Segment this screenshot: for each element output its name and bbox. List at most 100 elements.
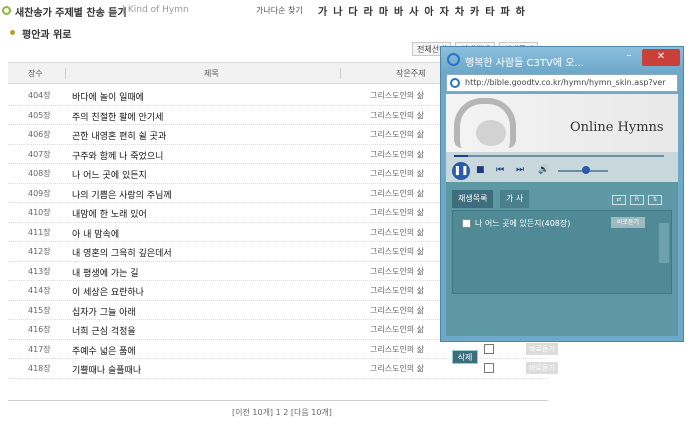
letter-link[interactable]: 파 bbox=[500, 3, 509, 18]
hymn-theme: 그리스도인의 삶 bbox=[370, 305, 425, 315]
hymn-title[interactable]: 아 내 맘속에 bbox=[72, 227, 119, 240]
hymn-theme: 그리스도인의 삶 bbox=[370, 130, 425, 139]
hymn-title[interactable]: 내 평생에 가는 길 bbox=[72, 266, 139, 279]
progress-fill bbox=[454, 155, 468, 157]
hymn-theme: 그리스도인의 삶 bbox=[370, 286, 425, 295]
playlist-item-title[interactable]: 나 어느 곳에 있든지(408장) bbox=[475, 218, 570, 229]
popup-title: 행복한 사람들 C3TV에 오... bbox=[465, 58, 584, 69]
delete-button[interactable]: 삭제 bbox=[452, 350, 478, 364]
table-header: 장수 제목 작은주제 bbox=[8, 62, 448, 84]
headphones-earcup-icon bbox=[476, 120, 506, 146]
hymn-number: 414장 bbox=[28, 286, 51, 295]
playlist-item-checkbox[interactable] bbox=[462, 219, 471, 228]
player-popup-window: 행복한 사람들 C3TV에 오... – ✕ http://bible.good… bbox=[440, 46, 684, 364]
hymn-number: 406장 bbox=[28, 130, 51, 139]
previous-button[interactable]: ⏮ bbox=[496, 165, 504, 175]
letter-link[interactable]: 바 bbox=[394, 3, 403, 18]
hymn-number: 411장 bbox=[28, 227, 51, 237]
playlist-scrollbar[interactable] bbox=[659, 223, 669, 263]
hymn-title[interactable]: 나의 기쁨은 사랑의 주님께 bbox=[72, 188, 172, 201]
address-url: http://bible.goodtv.co.kr/hymn/hymn_skin… bbox=[465, 78, 666, 87]
hymn-title[interactable]: 십자가 그늘 아래 bbox=[72, 305, 136, 318]
letter-link[interactable]: 나 bbox=[333, 3, 342, 18]
page-title: 새찬송가 주제별 찬송 듣기 bbox=[15, 8, 127, 19]
hymn-theme: 그리스도인의 삶 bbox=[370, 247, 425, 256]
column-header-theme: 작은주제 bbox=[396, 69, 426, 78]
play-button[interactable]: 바로듣기 bbox=[526, 342, 558, 355]
hymn-title[interactable]: 너희 근심 걱정을 bbox=[72, 324, 136, 337]
hymn-number: 408장 bbox=[28, 169, 51, 178]
column-header-title: 제목 bbox=[204, 69, 219, 78]
hymn-number: 405장 bbox=[28, 110, 51, 120]
hymn-title[interactable]: 이 세상은 요란하나 bbox=[72, 285, 144, 298]
hymn-title[interactable]: 내 영혼의 그윽히 깊은데서 bbox=[72, 246, 172, 259]
pagination[interactable]: [이전 10개] 1 2 [다음 10개] bbox=[232, 407, 332, 418]
letter-link[interactable]: 라 bbox=[364, 3, 373, 18]
hymn-theme: 그리스도인의 삶 bbox=[370, 169, 425, 178]
hymn-theme: 그리스도인의 삶 bbox=[370, 208, 425, 217]
hymn-number: 409장 bbox=[28, 188, 51, 198]
hymn-theme: 그리스도인의 삶 bbox=[370, 344, 425, 354]
hymn-number: 417장 bbox=[28, 344, 51, 354]
letter-link[interactable]: 자 bbox=[440, 3, 449, 18]
letter-link[interactable]: 하 bbox=[516, 3, 525, 18]
play-button[interactable]: 바로듣기 bbox=[526, 362, 558, 374]
select-checkbox[interactable] bbox=[484, 363, 494, 373]
table-divider bbox=[8, 400, 548, 401]
repeat-icon[interactable]: R bbox=[630, 195, 644, 205]
hymn-number: 407장 bbox=[28, 149, 51, 159]
letter-link[interactable]: 다 bbox=[348, 3, 357, 18]
hymn-theme: 그리스도인의 삶 bbox=[370, 364, 425, 373]
popup-title-bar[interactable]: 행복한 사람들 C3TV에 오... – ✕ bbox=[441, 47, 683, 73]
hymn-title[interactable]: 곤한 내영혼 편히 쉴 곳과 bbox=[72, 129, 166, 142]
circle-icon bbox=[2, 6, 11, 15]
column-divider bbox=[340, 68, 341, 79]
alphabet-index: 가 나 다 라 마 바 사 아 자 차 카 타 파 하 bbox=[318, 3, 525, 18]
next-button[interactable]: ⏭ bbox=[516, 165, 524, 175]
letter-link[interactable]: 가 bbox=[318, 3, 327, 18]
hymn-title[interactable]: 주예수 넓은 품에 bbox=[72, 344, 136, 357]
column-header-number: 장수 bbox=[28, 69, 43, 78]
tab-lyrics[interactable]: 가 사 bbox=[500, 190, 530, 208]
playlist-play-button[interactable]: 바로듣기 bbox=[611, 217, 645, 228]
hymn-title[interactable]: 바다에 놀이 일때에 bbox=[72, 90, 144, 103]
progress-track[interactable] bbox=[454, 155, 664, 157]
minimize-button[interactable]: – bbox=[617, 49, 641, 65]
volume-slider-knob[interactable] bbox=[582, 166, 590, 174]
online-hymns-logo: Online Hymns bbox=[570, 120, 664, 135]
address-bar[interactable]: http://bible.goodtv.co.kr/hymn/hymn_skin… bbox=[446, 74, 678, 92]
hymn-theme: 그리스도인의 삶 bbox=[370, 188, 425, 198]
tab-playlist[interactable]: 재생목록 bbox=[452, 190, 494, 208]
letter-link[interactable]: 사 bbox=[409, 3, 418, 18]
letter-link[interactable]: 차 bbox=[455, 3, 464, 18]
column-divider bbox=[65, 68, 66, 79]
hymn-theme: 그리스도인의 삶 bbox=[370, 91, 425, 100]
bullet-icon bbox=[10, 30, 15, 35]
hymn-number: 418장 bbox=[28, 364, 51, 373]
page-header: 새찬송가 주제별 찬송 듣기 | Kind of Hymn 가나다순 찾기 가 … bbox=[0, 0, 700, 22]
hymn-title[interactable]: 기쁠때나 슬플때나 bbox=[72, 363, 141, 376]
hymn-title[interactable]: 주의 친절한 팔에 안기세 bbox=[72, 110, 163, 123]
player-content: Online Hymns ❚❚ ■ ⏮ ⏭ 🔊 재생목록 가 사 ⇄ R ⇅ 나… bbox=[446, 94, 678, 364]
letter-link[interactable]: 카 bbox=[470, 3, 479, 18]
category-title: 평안과 위로 bbox=[22, 30, 72, 41]
playlist-control-icon[interactable]: ⇄ bbox=[612, 195, 626, 205]
hymn-number: 404장 bbox=[28, 91, 51, 100]
stop-button[interactable]: ■ bbox=[476, 165, 485, 175]
hymn-title[interactable]: 구주와 함께 나 죽었으니 bbox=[72, 149, 163, 162]
hymn-title[interactable]: 나 어느 곳에 있든지 bbox=[72, 168, 147, 181]
media-player-controls: ❚❚ ■ ⏮ ⏭ 🔊 bbox=[446, 152, 678, 182]
letter-link[interactable]: 타 bbox=[485, 3, 494, 18]
hymn-number: 410장 bbox=[28, 208, 51, 217]
hymn-theme: 그리스도인의 삶 bbox=[370, 266, 425, 276]
close-button[interactable]: ✕ bbox=[642, 49, 680, 66]
select-checkbox[interactable] bbox=[484, 343, 494, 354]
hymn-theme: 그리스도인의 삶 bbox=[370, 227, 425, 237]
hymn-title[interactable]: 내맘에 한 노래 있어 bbox=[72, 207, 147, 220]
letter-link[interactable]: 아 bbox=[424, 3, 433, 18]
shuffle-icon[interactable]: ⇅ bbox=[648, 195, 662, 205]
letter-link[interactable]: 마 bbox=[379, 3, 388, 18]
ie-icon bbox=[450, 78, 460, 88]
volume-icon[interactable]: 🔊 bbox=[538, 165, 549, 175]
pause-button[interactable]: ❚❚ bbox=[452, 162, 470, 180]
